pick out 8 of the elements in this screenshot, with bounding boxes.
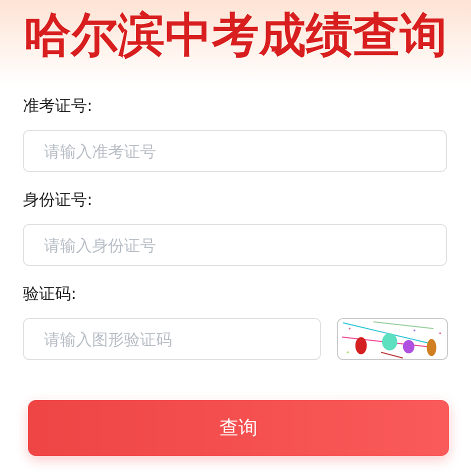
field-label: 身份证号: bbox=[23, 190, 94, 210]
field-label: 验证码: bbox=[23, 284, 78, 304]
input-field[interactable]: 请输入准考证号 bbox=[23, 130, 447, 172]
input-field[interactable]: 请输入身份证号 bbox=[23, 224, 447, 266]
input-field[interactable]: 请输入图形验证码 bbox=[23, 318, 321, 360]
submit-button[interactable]: 查询 bbox=[28, 400, 449, 456]
page-title: 哈尔滨中考成绩查询 bbox=[24, 8, 448, 64]
field-label: 准考证号: bbox=[23, 96, 94, 116]
